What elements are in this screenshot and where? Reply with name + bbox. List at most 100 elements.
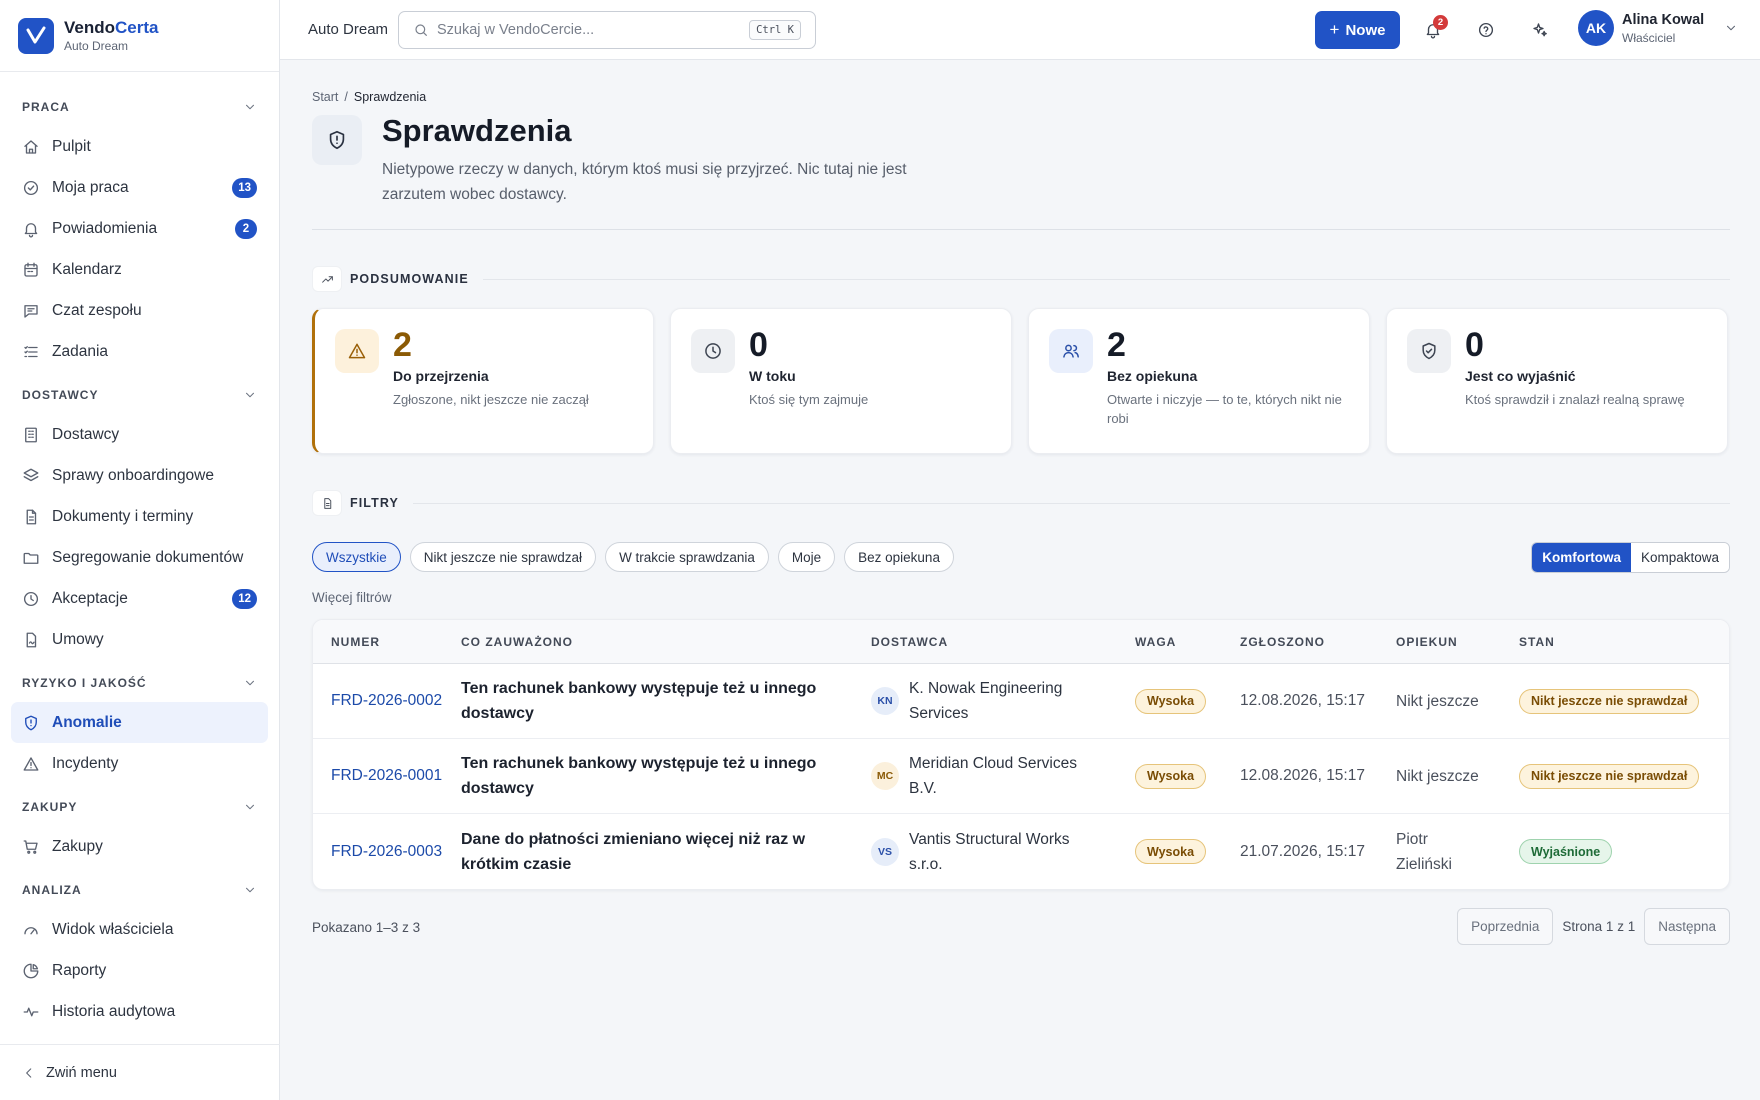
sidebar-item-incydenty[interactable]: Incydenty [11, 743, 268, 784]
sidebar-section-ryzyko-i-jakosc[interactable]: RYZYKO I JAKOŚĆ [11, 664, 268, 702]
summary-card-bez-opiekuna[interactable]: 2 Bez opiekuna Otwarte i niczyje — to te, … [1028, 308, 1370, 454]
brand-name: VendoCerta [64, 17, 159, 37]
cart-icon [22, 838, 40, 856]
prev-page-button[interactable]: Poprzednia [1457, 908, 1554, 945]
table-row[interactable]: FRD-2026-0001 Ten rachunek bankowy występ… [313, 739, 1729, 814]
sidebar-item-umowy[interactable]: Umowy [11, 619, 268, 660]
column-header-numer[interactable]: NUMER [313, 635, 461, 649]
sidebar-section-analiza[interactable]: ANALIZA [11, 871, 268, 909]
filter-chip-nikt-jeszcze-nie-sprawdzal[interactable]: Nikt jeszcze nie sprawdzał [409, 542, 597, 572]
list-icon [22, 343, 40, 361]
sidebar-section-praca[interactable]: PRACA [11, 88, 268, 126]
anomaly-number-link[interactable]: FRD-2026-0003 [331, 843, 442, 860]
table-row[interactable]: FRD-2026-0002 Ten rachunek bankowy występ… [313, 664, 1729, 739]
vendor-avatar: MC [871, 762, 899, 790]
collapse-menu-button[interactable]: Zwiń menu [0, 1044, 280, 1100]
page-title: Sprawdzenia [382, 113, 572, 148]
sidebar-item-dokumenty-i-terminy[interactable]: Dokumenty i terminy [11, 496, 268, 537]
owner-name: Nikt jeszcze [1396, 692, 1479, 710]
sidebar-section-title: RYZYKO I JAKOŚĆ [22, 676, 147, 690]
sidebar-item-label: Zadania [52, 342, 109, 360]
more-filters-link[interactable]: Więcej filtrów [312, 590, 1730, 605]
sidebar-section-zakupy[interactable]: ZAKUPY [11, 788, 268, 826]
column-header-co-zauwazono[interactable]: CO ZAUWAŻONO [461, 635, 871, 649]
sidebar-item-sprawy-onboardingowe[interactable]: Sprawy onboardingowe [11, 455, 268, 496]
folder-icon [22, 549, 40, 567]
status-badge: Nikt jeszcze nie sprawdzał [1519, 688, 1700, 714]
filter-chip-w-trakcie-sprawdzania[interactable]: W trakcie sprawdzania [605, 542, 769, 572]
sidebar-item-label: Incydenty [52, 754, 119, 772]
new-button-label: Nowe [1345, 21, 1386, 39]
next-page-button[interactable]: Następna [1644, 908, 1730, 945]
document-icon [312, 490, 342, 516]
anomaly-number-link[interactable]: FRD-2026-0001 [331, 767, 442, 784]
sidebar-item-anomalie[interactable]: Anomalie [11, 702, 268, 743]
vendor-name[interactable]: Vantis Structural Works s.r.o. [909, 827, 1099, 877]
header-divider [312, 229, 1730, 230]
sidebar-item-powiadomienia[interactable]: Powiadomienia 2 [11, 208, 268, 249]
table-row[interactable]: FRD-2026-0003 Dane do płatności zmieniano… [313, 814, 1729, 889]
filter-chip-moje[interactable]: Moje [777, 542, 836, 572]
filter-chip-bez-opiekuna[interactable]: Bez opiekuna [844, 542, 954, 572]
warning-icon [22, 755, 40, 773]
sidebar-section-dostawcy[interactable]: DOSTAWCY [11, 376, 268, 414]
anomaly-description: Ten rachunek bankowy występuje też u inn… [461, 680, 817, 722]
chevron-down-icon [243, 800, 257, 814]
sidebar-item-akceptacje[interactable]: Akceptacje 12 [11, 578, 268, 619]
page-description: Nietypowe rzeczy w danych, którym ktoś m… [382, 161, 907, 203]
bell-icon [22, 220, 40, 238]
column-header-dostawca[interactable]: DOSTAWCA [871, 635, 1135, 649]
sidebar-item-zakupy[interactable]: Zakupy [11, 826, 268, 867]
sidebar-item-zadania[interactable]: Zadania [11, 331, 268, 372]
summary-card-jest-co-wyjasnic[interactable]: 0 Jest co wyjaśnić Ktoś sprawdził i znalaz… [1386, 308, 1728, 454]
sidebar-item-raporty[interactable]: Raporty [11, 950, 268, 991]
sidebar-item-moja-praca[interactable]: Moja praca 13 [11, 167, 268, 208]
vendor-name[interactable]: Meridian Cloud Services B.V. [909, 751, 1099, 801]
column-header-waga[interactable]: WAGA [1135, 635, 1240, 649]
building-icon [22, 426, 40, 444]
sidebar-section-title: ZAKUPY [22, 800, 78, 814]
summary-card-do-przejrzenia[interactable]: 2 Do przejrzenia Zgłoszone, nikt jeszcze n… [312, 308, 654, 454]
sidebar-item-kalendarz[interactable]: Kalendarz [11, 249, 268, 290]
vendor-avatar: KN [871, 687, 899, 715]
filter-chip-wszystkie[interactable]: Wszystkie [312, 542, 401, 572]
sidebar-item-historia-audytowa[interactable]: Historia audytowa [11, 991, 268, 1032]
sparkle-icon[interactable] [1531, 21, 1549, 39]
summary-card-w-toku[interactable]: 0 W toku Ktoś się tym zajmuje [670, 308, 1012, 454]
results-count: Pokazano 1–3 z 3 [312, 919, 421, 935]
column-header-stan[interactable]: STAN [1519, 635, 1729, 649]
status-badge: Nikt jeszcze nie sprawdzał [1519, 763, 1700, 789]
calendar-icon [22, 261, 40, 279]
summary-card-label: Bez opiekuna [1107, 368, 1198, 384]
activity-icon [22, 1003, 40, 1021]
shield-icon [312, 115, 362, 165]
anomalies-table: NUMER CO ZAUWAŻONO DOSTAWCA WAGA ZGŁOSZONO OP… [312, 619, 1730, 890]
new-button[interactable]: + Nowe [1315, 11, 1400, 49]
sidebar-item-label: Sprawy onboardingowe [52, 466, 214, 484]
sidebar-nav: PRACA Pulpit Moja praca 13 Powiadomienia 2 Kal… [0, 72, 279, 1032]
summary-heading: PODSUMOWANIE [350, 272, 469, 286]
layers-icon [22, 467, 40, 485]
density-option-kompaktowa[interactable]: Kompaktowa [1630, 543, 1729, 572]
user-menu[interactable]: AK Alina Kowal Właściciel [1578, 10, 1738, 46]
reported-date: 12.08.2026, 15:17 [1240, 692, 1365, 709]
sidebar-item-dostawcy[interactable]: Dostawcy [11, 414, 268, 455]
search-input[interactable]: Szukaj w VendoCercie... Ctrl K [398, 10, 816, 49]
sidebar-item-czat-zespolu[interactable]: Czat zespołu [11, 290, 268, 331]
brand[interactable]: VendoCerta Auto Dream [0, 0, 279, 72]
vendor-name[interactable]: K. Nowak Engineering Services [909, 676, 1099, 726]
column-header-opiekun[interactable]: OPIEKUN [1396, 635, 1519, 649]
sidebar-item-pulpit[interactable]: Pulpit [11, 126, 268, 167]
anomaly-number-link[interactable]: FRD-2026-0002 [331, 692, 442, 709]
table-header: NUMER CO ZAUWAŻONO DOSTAWCA WAGA ZGŁOSZONO OP… [313, 620, 1729, 664]
sidebar-item-widok-wlasciciela[interactable]: Widok właściciela [11, 909, 268, 950]
breadcrumb-root[interactable]: Start [312, 90, 338, 104]
sidebar-item-segregowanie-dokumentow[interactable]: Segregowanie dokumentów [11, 537, 268, 578]
density-option-komfortowa[interactable]: Komfortowa [1532, 543, 1631, 572]
summary-card-value: 2 [393, 326, 412, 364]
help-icon[interactable] [1477, 21, 1495, 39]
sidebar-section-title: PRACA [22, 100, 70, 114]
table-footer: Pokazano 1–3 z 3 Poprzednia Strona 1 z 1… [312, 908, 1730, 946]
column-header-zgloszono[interactable]: ZGŁOSZONO [1240, 635, 1396, 649]
page-header: Sprawdzenia Nietypowe rzeczy w danych, k… [312, 113, 1730, 207]
